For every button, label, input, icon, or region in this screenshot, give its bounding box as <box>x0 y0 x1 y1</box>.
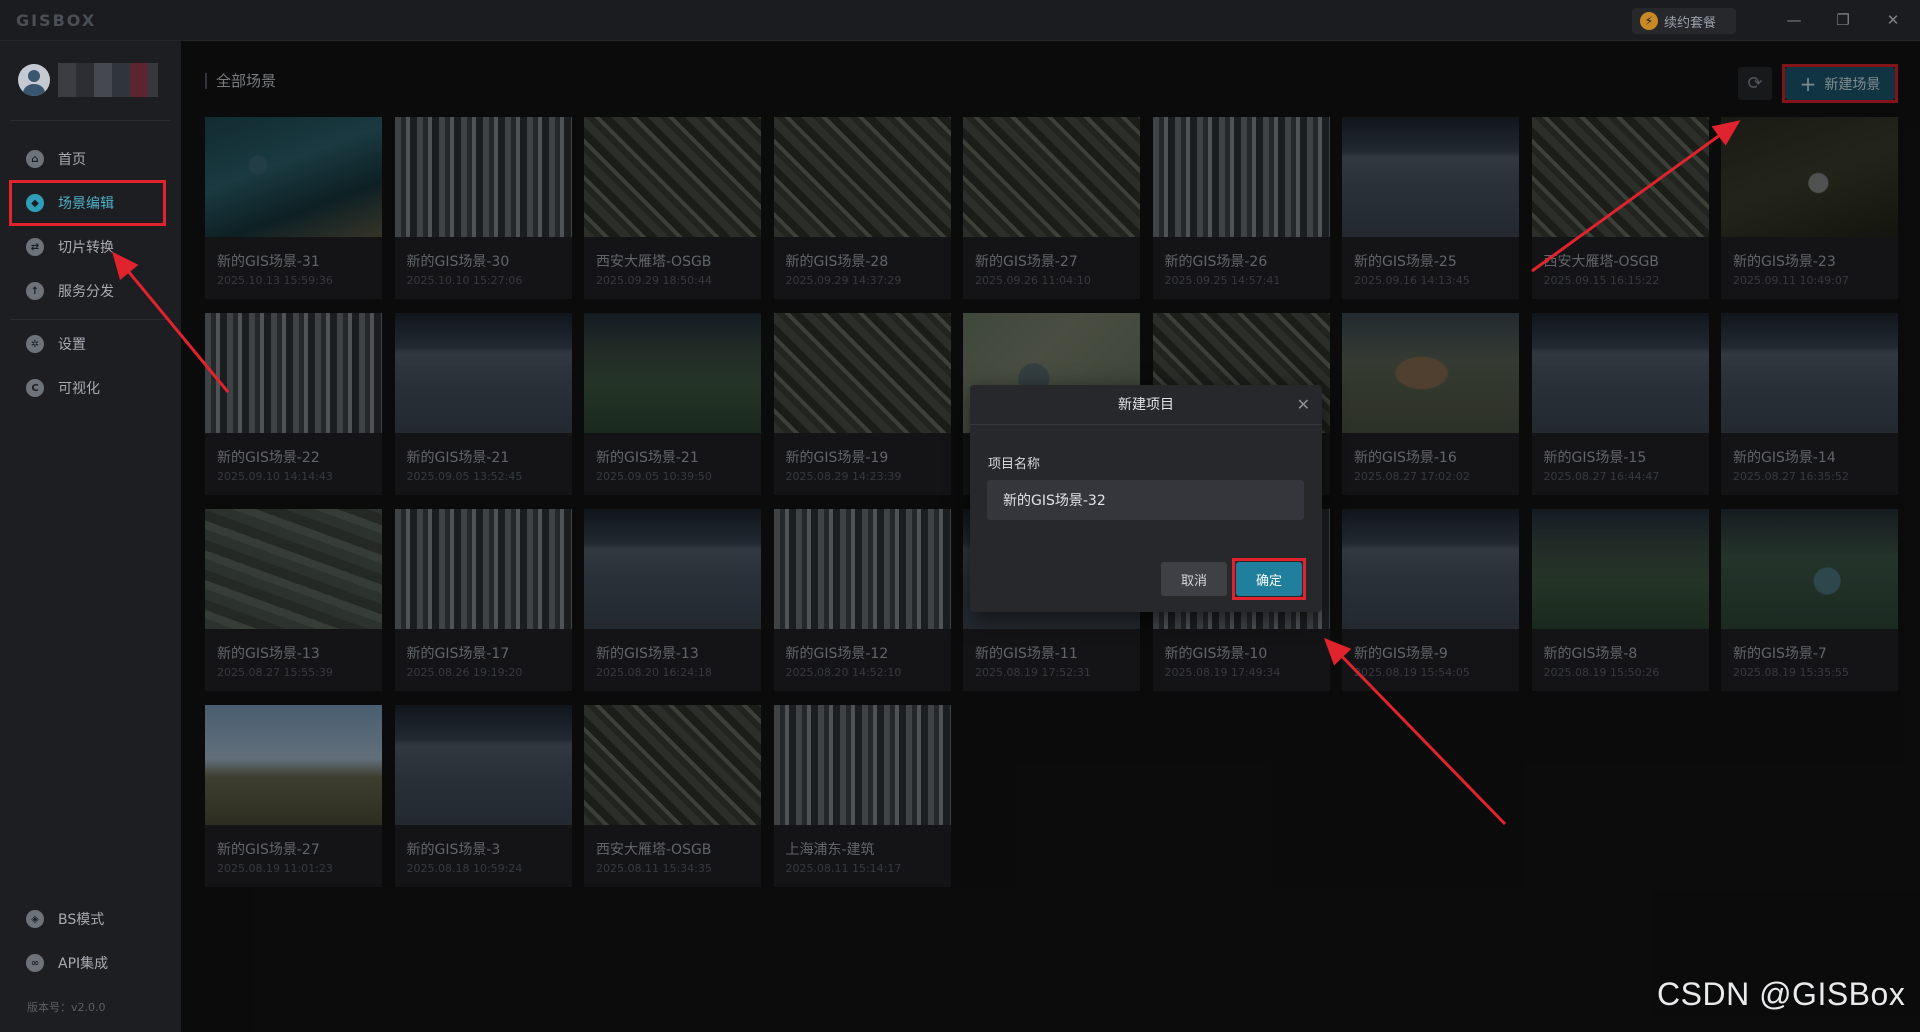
cancel-button[interactable]: 取消 <box>1161 562 1227 596</box>
sidebar-item-label: BS模式 <box>58 912 105 928</box>
sidebar-item-label: 服务分发 <box>58 284 114 300</box>
project-name-label: 项目名称 <box>988 457 1041 472</box>
user-profile[interactable] <box>18 63 158 97</box>
dialog-title: 新建项目 <box>970 385 1322 425</box>
bolt-icon: ⚡ <box>1640 12 1658 30</box>
close-icon[interactable]: ✕ <box>1878 8 1908 32</box>
link-icon: ∞ <box>26 954 44 972</box>
convert-icon: ⇄ <box>26 238 44 256</box>
sidebar-item-label: 切片转换 <box>58 240 114 256</box>
highlight-frame <box>9 180 166 226</box>
sidebar-item-service-publish[interactable]: ↑ 服务分发 <box>26 280 114 302</box>
renew-plan-label: 续约套餐 <box>1664 15 1717 31</box>
sidebar-item-label: 可视化 <box>58 381 100 397</box>
visualize-icon: C <box>26 379 44 397</box>
version-label: 版本号：v2.0.0 <box>27 1001 106 1014</box>
sidebar-item-home[interactable]: ⌂ 首页 <box>26 148 86 170</box>
browser-icon: ◈ <box>26 910 44 928</box>
close-icon[interactable]: ✕ <box>1297 395 1310 414</box>
project-name-input[interactable] <box>987 480 1304 520</box>
upload-icon: ↑ <box>26 282 44 300</box>
divider <box>10 120 170 121</box>
sidebar-item-api[interactable]: ∞ API集成 <box>26 952 108 974</box>
title-bar: GISBOX ⚡ 续约套餐 — ❐ ✕ <box>0 0 1920 41</box>
sidebar-item-bs-mode[interactable]: ◈ BS模式 <box>26 908 104 930</box>
sidebar-item-label: API集成 <box>58 956 109 972</box>
watermark: CSDN @GISBox <box>1657 976 1906 1012</box>
highlight-frame <box>1232 558 1306 600</box>
app-logo: GISBOX <box>16 11 97 30</box>
sidebar-item-visualize[interactable]: C 可视化 <box>26 377 100 399</box>
username-redacted <box>58 63 158 97</box>
new-project-dialog: 新建项目 ✕ 项目名称 取消 确定 <box>970 385 1322 612</box>
gear-icon: ✲ <box>26 335 44 353</box>
renew-plan-button[interactable]: ⚡ 续约套餐 <box>1632 8 1736 34</box>
sidebar-item-label: 设置 <box>58 337 86 353</box>
sidebar-item-label: 首页 <box>58 152 86 168</box>
minimize-icon[interactable]: — <box>1779 8 1809 32</box>
sidebar-item-settings[interactable]: ✲ 设置 <box>26 333 86 355</box>
home-icon: ⌂ <box>26 150 44 168</box>
restore-icon[interactable]: ❐ <box>1828 8 1858 32</box>
sidebar-item-tile-convert[interactable]: ⇄ 切片转换 <box>26 236 114 258</box>
divider <box>10 319 170 320</box>
avatar <box>18 64 50 96</box>
